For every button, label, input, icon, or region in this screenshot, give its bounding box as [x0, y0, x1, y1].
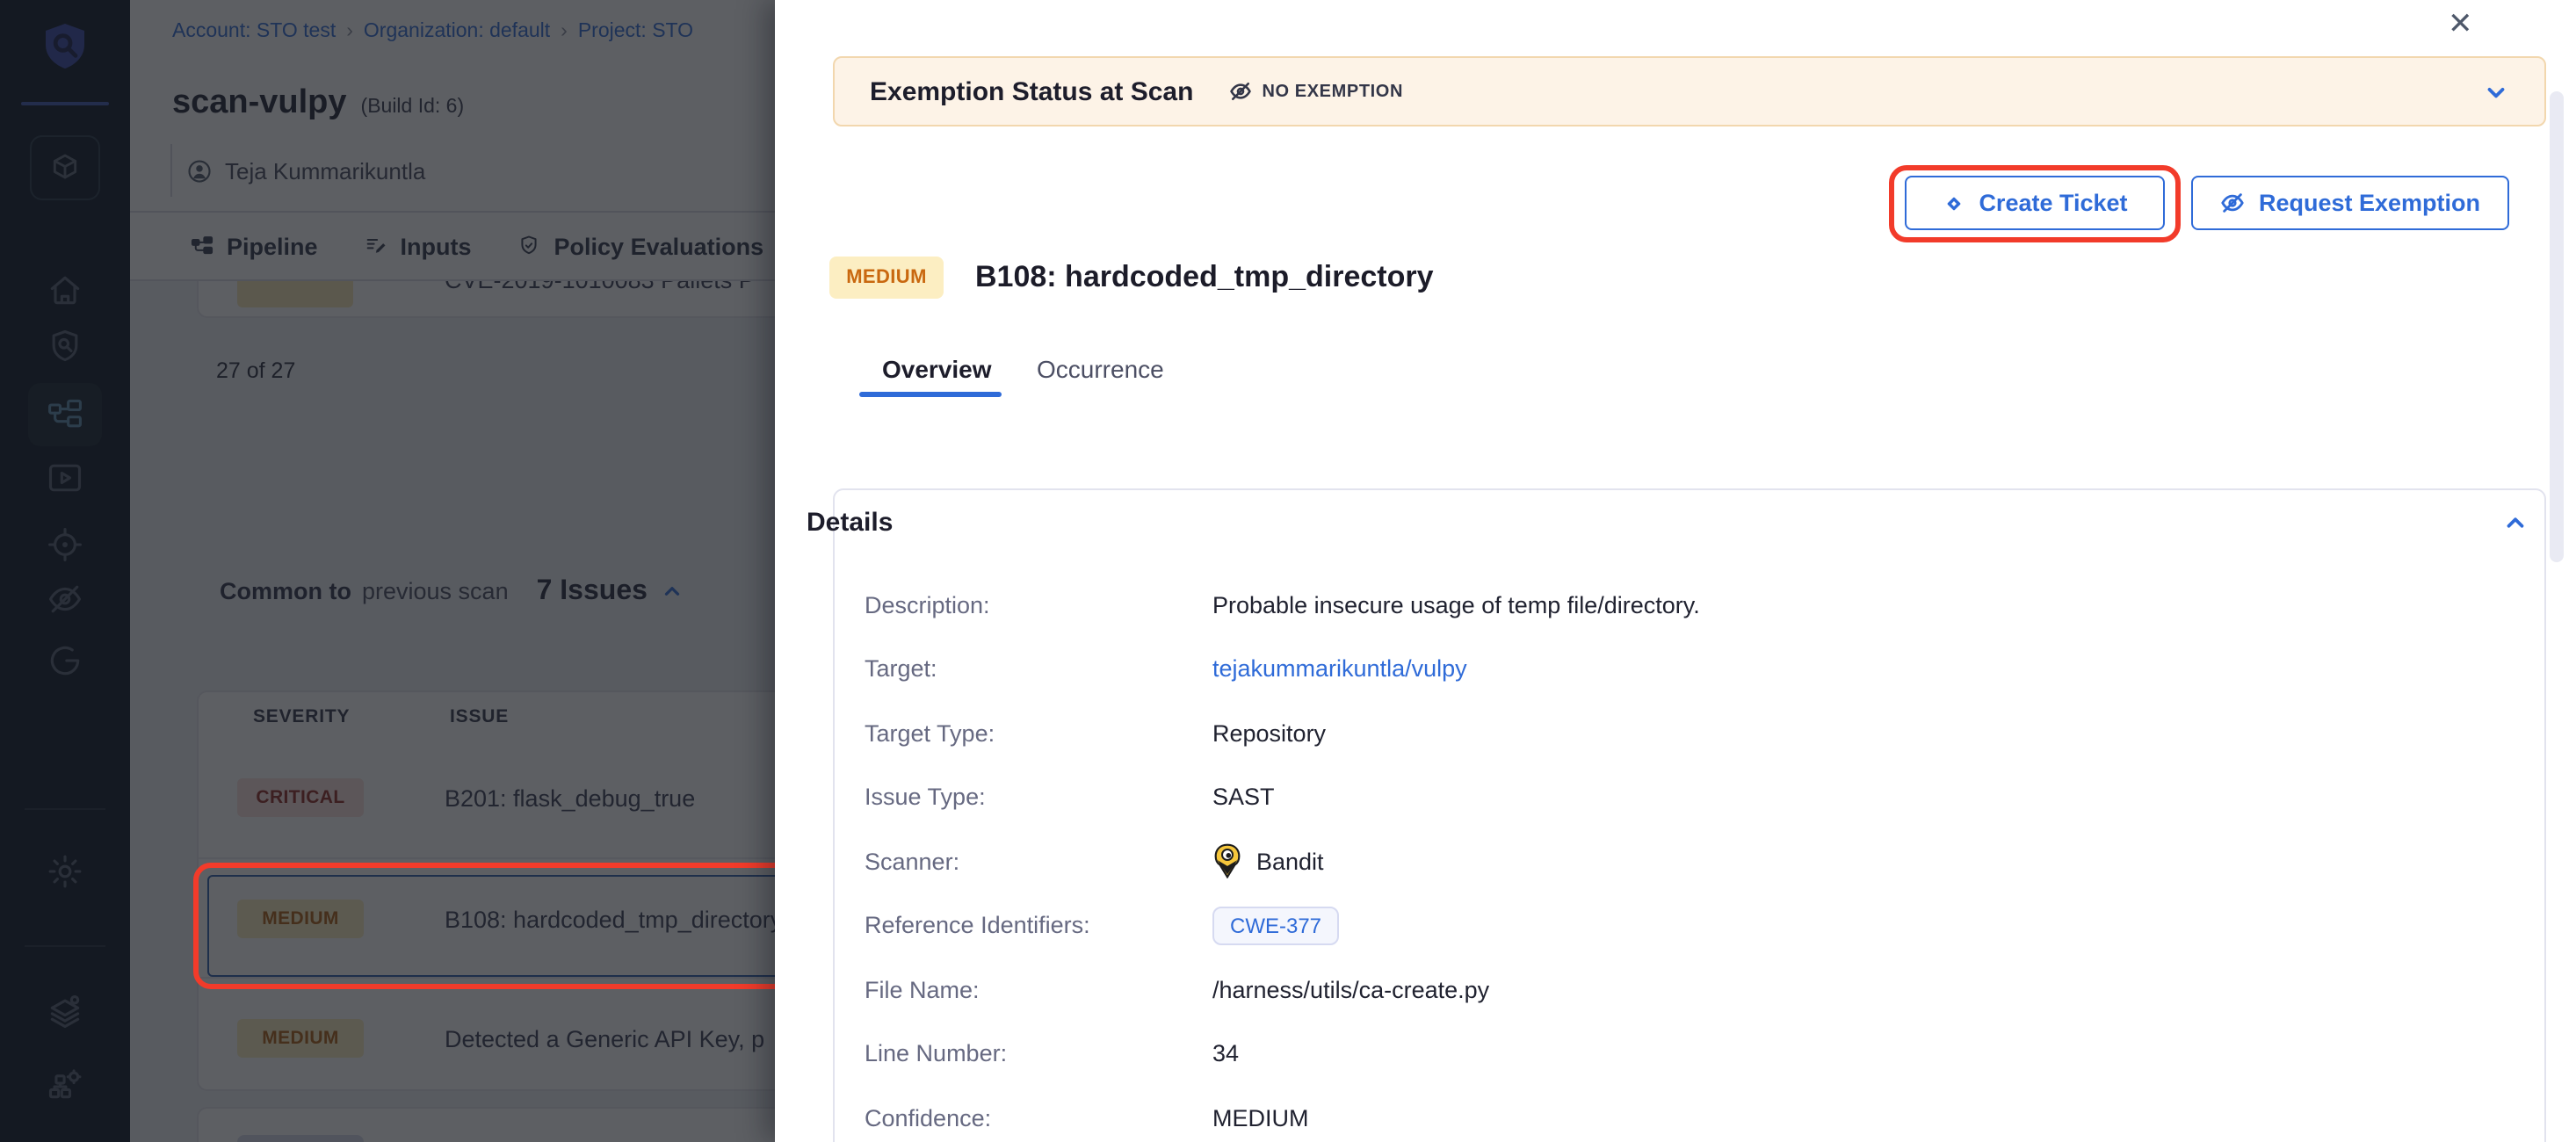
- tab-overview[interactable]: Overview: [882, 355, 992, 383]
- field-label: Reference Identifiers:: [865, 913, 1212, 939]
- modal-dim-overlay: [0, 0, 775, 1142]
- field-issue-type: Issue Type: SAST: [865, 765, 2516, 829]
- annotation-ring-create-ticket: [1889, 165, 2181, 242]
- target-link[interactable]: tejakummarikuntla/vulpy: [1212, 656, 1467, 683]
- app: Account: STO test › Organization: defaul…: [0, 0, 2576, 1142]
- field-value: Probable insecure usage of temp file/dir…: [1212, 592, 1700, 618]
- field-file-name: File Name: /harness/utils/ca-create.py: [865, 958, 2516, 1022]
- field-value: SAST: [1212, 784, 1275, 811]
- scrollbar-thumb[interactable]: [2550, 91, 2564, 562]
- field-value: Bandit: [1212, 844, 1324, 879]
- issue-title: B108: hardcoded_tmp_directory: [975, 257, 1434, 299]
- field-scanner: Scanner: Bandit: [865, 829, 2516, 893]
- field-value: /harness/utils/ca-create.py: [1212, 977, 1489, 1003]
- field-label: Line Number:: [865, 1041, 1212, 1067]
- cwe-chip[interactable]: CWE-377: [1212, 907, 1339, 945]
- exemption-status-banner[interactable]: Exemption Status at Scan NO EXEMPTION: [833, 56, 2546, 126]
- field-target: Target: tejakummarikuntla/vulpy: [865, 637, 2516, 701]
- chevron-up-icon[interactable]: [2502, 510, 2529, 536]
- request-exemption-button[interactable]: Request Exemption: [2191, 176, 2509, 230]
- active-tab-underline: [859, 392, 1002, 397]
- details-title: Details: [807, 508, 893, 538]
- field-value: MEDIUM: [1212, 1105, 1309, 1131]
- bandit-scanner-icon: [1212, 844, 1242, 879]
- field-label: Target Type:: [865, 720, 1212, 747]
- no-exemption-badge: NO EXEMPTION: [1228, 79, 1403, 104]
- field-label: File Name:: [865, 977, 1212, 1003]
- field-label: Confidence:: [865, 1105, 1212, 1131]
- field-line-number: Line Number: 34: [865, 1022, 2516, 1086]
- field-label: Scanner:: [865, 849, 1212, 875]
- field-label: Description:: [865, 592, 1212, 618]
- close-icon[interactable]: ✕: [2448, 7, 2473, 42]
- banner-title: Exemption Status at Scan: [870, 76, 1193, 106]
- field-confidence: Confidence: MEDIUM: [865, 1086, 2516, 1142]
- tab-occurrence[interactable]: Occurrence: [1037, 355, 1164, 383]
- field-description: Description: Probable insecure usage of …: [865, 573, 2516, 637]
- field-label: Issue Type:: [865, 784, 1212, 811]
- field-label: Target:: [865, 656, 1212, 683]
- details-fields: Description: Probable insecure usage of …: [865, 573, 2516, 1142]
- field-target-type: Target Type: Repository: [865, 701, 2516, 765]
- field-value: 34: [1212, 1041, 1239, 1067]
- severity-badge: MEDIUM: [829, 257, 944, 299]
- chevron-down-icon[interactable]: [2483, 78, 2509, 105]
- eye-slash-icon: [2220, 190, 2247, 216]
- field-reference-identifiers: Reference Identifiers: CWE-377: [865, 893, 2516, 958]
- eye-slash-icon: [1228, 79, 1253, 104]
- field-value: Repository: [1212, 720, 1326, 747]
- issue-drawer: ✕ Exemption Status at Scan NO EXEMPTION …: [775, 0, 2576, 1142]
